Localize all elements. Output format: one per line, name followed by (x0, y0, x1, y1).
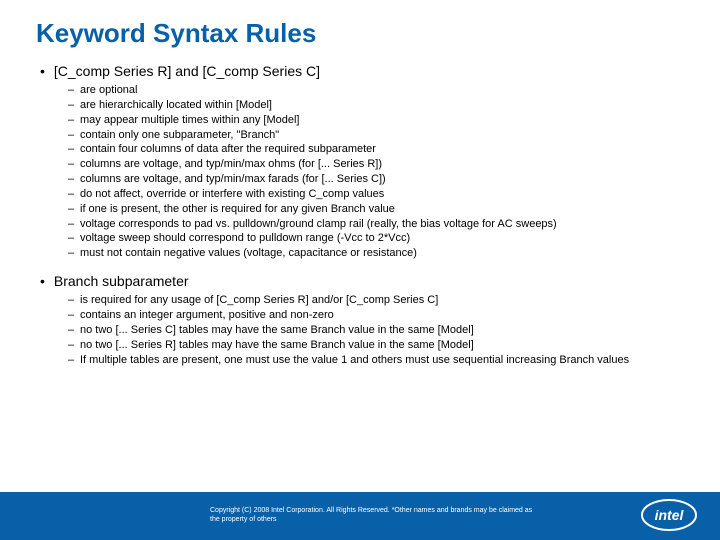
list-item: voltage sweep should correspond to pulld… (68, 231, 684, 246)
bullet-icon: • (40, 273, 50, 289)
section-2-head: • Branch subparameter (36, 273, 684, 289)
intel-logo-icon: intel (640, 498, 698, 532)
list-item: are optional (68, 83, 684, 98)
copyright-text: Copyright (C) 2008 Intel Corporation. Al… (210, 507, 540, 525)
section-2-text: Branch subparameter (54, 273, 189, 289)
list-item: contain only one subparameter, "Branch" (68, 128, 684, 143)
list-item: columns are voltage, and typ/min/max far… (68, 172, 684, 187)
list-item: voltage corresponds to pad vs. pulldown/… (68, 217, 684, 232)
list-item: contain four columns of data after the r… (68, 142, 684, 157)
section-1-text: [C_comp Series R] and [C_comp Series C] (54, 63, 320, 79)
bullet-icon: • (40, 63, 50, 79)
list-item: If multiple tables are present, one must… (68, 353, 684, 368)
section-2-list: is required for any usage of [C_comp Ser… (36, 293, 684, 367)
slide: Keyword Syntax Rules • [C_comp Series R]… (0, 0, 720, 540)
list-item: no two [... Series R] tables may have th… (68, 338, 684, 353)
list-item: contains an integer argument, positive a… (68, 308, 684, 323)
list-item: is required for any usage of [C_comp Ser… (68, 293, 684, 308)
list-item: if one is present, the other is required… (68, 202, 684, 217)
list-item: must not contain negative values (voltag… (68, 246, 684, 261)
svg-text:intel: intel (655, 507, 685, 523)
section-1-list: are optional are hierarchically located … (36, 83, 684, 261)
section-1-head: • [C_comp Series R] and [C_comp Series C… (36, 63, 684, 79)
footer-bar: Copyright (C) 2008 Intel Corporation. Al… (0, 492, 720, 540)
slide-title: Keyword Syntax Rules (36, 18, 684, 49)
list-item: no two [... Series C] tables may have th… (68, 323, 684, 338)
list-item: may appear multiple times within any [Mo… (68, 113, 684, 128)
list-item: do not affect, override or interfere wit… (68, 187, 684, 202)
list-item: columns are voltage, and typ/min/max ohm… (68, 157, 684, 172)
list-item: are hierarchically located within [Model… (68, 98, 684, 113)
